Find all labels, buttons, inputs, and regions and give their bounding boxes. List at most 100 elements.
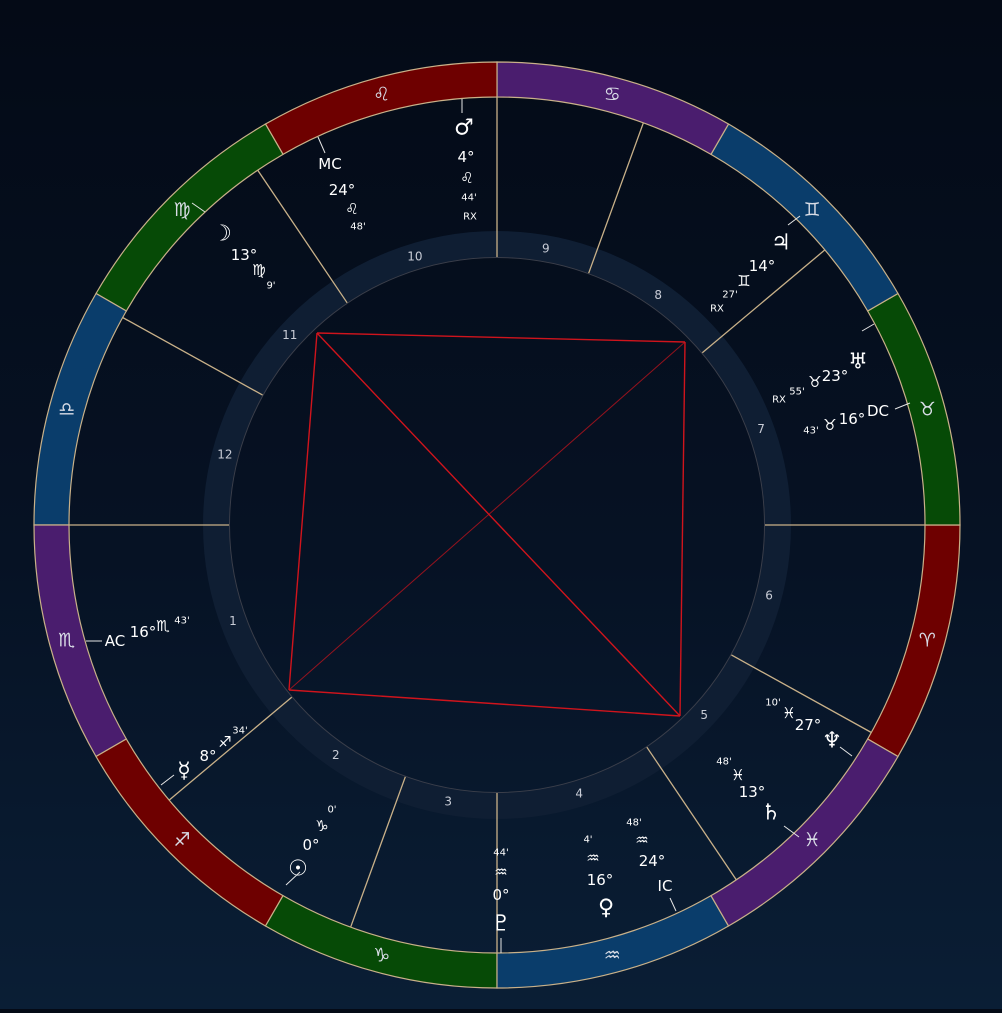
sign-segment-cancer (496, 61, 730, 156)
planet-uranus-minute: 55' (789, 387, 804, 398)
planet-jupiter-degree: 14° (749, 257, 776, 275)
angle-ac-minute: 43' (174, 616, 189, 627)
house-cusp-line (588, 122, 644, 274)
sign-segment-aries (866, 524, 961, 758)
planet-uranus-retrograde: RX (772, 395, 786, 406)
angle-dc-degree: 16° (839, 410, 866, 428)
sign-glyph-leo: ♌ (373, 84, 390, 106)
aspect-line (316, 332, 681, 717)
angle-ic-minute: 48' (626, 818, 641, 829)
planet-uranus-degree: 23° (822, 367, 849, 385)
angle-dc-minute: 43' (803, 426, 818, 437)
house-number-3: 3 (444, 795, 452, 809)
planet-jupiter-sign-icon: ♊ (737, 272, 750, 290)
planet-jupiter-icon: ♃ (771, 231, 791, 256)
house-number-6: 6 (765, 588, 773, 602)
angle-ic-label: IC (658, 877, 673, 895)
planet-moon-icon: ☽ (212, 222, 232, 247)
planet-pluto-minute: 44' (493, 848, 508, 859)
sign-glyph-gemini: ♊ (803, 199, 820, 221)
house-number-5: 5 (700, 708, 708, 722)
planet-sun-sign-icon: ♑ (315, 817, 328, 835)
house-cusp-line (122, 316, 263, 396)
planet-moon-sign-icon: ♍ (252, 261, 265, 279)
angle-mc-sign-icon: ♌ (345, 200, 358, 218)
planet-mercury-minute: 34' (232, 726, 247, 737)
house-band-ring (203, 231, 791, 819)
planet-jupiter-minute: 27' (722, 290, 737, 301)
planet-mars-degree: 4° (457, 148, 474, 166)
pointer-tick (861, 323, 875, 332)
planet-moon-minute: 9' (266, 281, 275, 292)
sign-glyph-cancer: ♋ (604, 84, 621, 106)
house-number-1: 1 (229, 614, 237, 628)
planet-mars-sign-icon: ♌ (460, 169, 473, 187)
sign-glyph-libra: ♎ (58, 399, 75, 421)
angle-mc-label: MC (318, 155, 341, 173)
planet-saturn-sign-icon: ♓ (731, 766, 744, 784)
angle-dc-sign-icon: ♉ (823, 416, 836, 434)
pointer-tick (160, 774, 175, 786)
aspect-line (288, 332, 318, 691)
sign-segment-libra (33, 292, 128, 526)
angle-ac-label: AC (105, 632, 125, 650)
house-number-11: 11 (282, 328, 297, 342)
house-number-4: 4 (575, 787, 583, 801)
sign-glyph-aries: ♈ (919, 629, 936, 651)
planet-sun-minute: 0' (327, 805, 336, 816)
angle-dc-label: DC (867, 402, 889, 420)
sign-segment-capricorn (264, 894, 498, 989)
planet-saturn-degree: 13° (739, 783, 766, 801)
angle-ic-sign-icon: ♒ (635, 831, 648, 849)
planet-uranus-icon: ♅ (848, 350, 868, 375)
planet-mars-retrograde: RX (463, 212, 477, 223)
house-number-7: 7 (757, 422, 765, 436)
angle-ac-sign-icon: ♏ (156, 617, 170, 635)
planet-pluto-icon: ♇ (491, 912, 511, 937)
house-number-8: 8 (654, 288, 662, 302)
aspect-lines (288, 332, 686, 717)
planet-uranus-sign-icon: ♉ (808, 373, 821, 391)
planet-neptune-minute: 10' (765, 698, 780, 709)
planet-sun-icon: ☉ (288, 857, 308, 882)
sign-glyph-sagittarius: ♐ (173, 829, 190, 851)
planet-venus-icon: ♀ (598, 896, 614, 921)
natal-chart: ♈ ♉ ♊ ♋ ♌ ♍ ♎ ♏ ♐ ♑ ♒ ♓ 1 2 3 4 5 6 7 8 9 10 11 12 ♂ 4° ♌ 44' RX MC… (0, 0, 1002, 1009)
house-cusps: 123456789101112 (69, 97, 925, 953)
planet-mars-minute: 44' (461, 193, 476, 204)
house-number-band (203, 231, 791, 819)
planet-sun-degree: 0° (302, 836, 319, 854)
planet-mercury-sign-icon: ♐ (218, 733, 231, 751)
planet-neptune-degree: 27° (795, 716, 822, 734)
house-number-9: 9 (542, 241, 550, 255)
aspect-line (679, 341, 686, 717)
sign-glyph-scorpio: ♏ (58, 629, 75, 651)
house-number-12: 12 (217, 448, 232, 462)
angle-mc-minute: 48' (350, 222, 365, 233)
house-cusp-line (350, 776, 406, 928)
angle-ic-degree: 24° (639, 852, 666, 870)
pointer-tick (317, 136, 326, 154)
planet-pluto-degree: 0° (492, 886, 509, 904)
planet-neptune-icon: ♆ (822, 729, 842, 754)
planet-venus-degree: 16° (587, 871, 614, 889)
sign-glyph-taurus: ♉ (919, 399, 936, 421)
aspect-line (316, 332, 686, 343)
planet-pluto-sign-icon: ♒ (494, 863, 507, 881)
planet-neptune-sign-icon: ♓ (782, 704, 795, 722)
angle-ac-degree: 16° (130, 623, 157, 641)
planet-saturn-icon: ♄ (761, 801, 781, 826)
sign-glyph-capricorn: ♑ (373, 944, 390, 966)
sign-glyph-pisces: ♓ (803, 829, 820, 851)
planet-venus-sign-icon: ♒ (586, 849, 599, 867)
sign-glyph-aquarius: ♒ (604, 944, 621, 966)
chart-wheel: ♈♉♊♋♌♍♎♏♐♑ ♒♓ 123456789101112 ♂4°♌44'RXMC… (33, 61, 961, 989)
house-number-10: 10 (407, 249, 422, 263)
angle-mc-degree: 24° (329, 181, 356, 199)
planet-mercury-icon: ☿ (177, 759, 191, 784)
planet-mercury-degree: 8° (199, 747, 216, 765)
house-number-2: 2 (332, 748, 340, 762)
planet-venus-minute: 4' (583, 835, 592, 846)
pointer-tick (669, 897, 677, 912)
aspect-line (288, 689, 681, 717)
